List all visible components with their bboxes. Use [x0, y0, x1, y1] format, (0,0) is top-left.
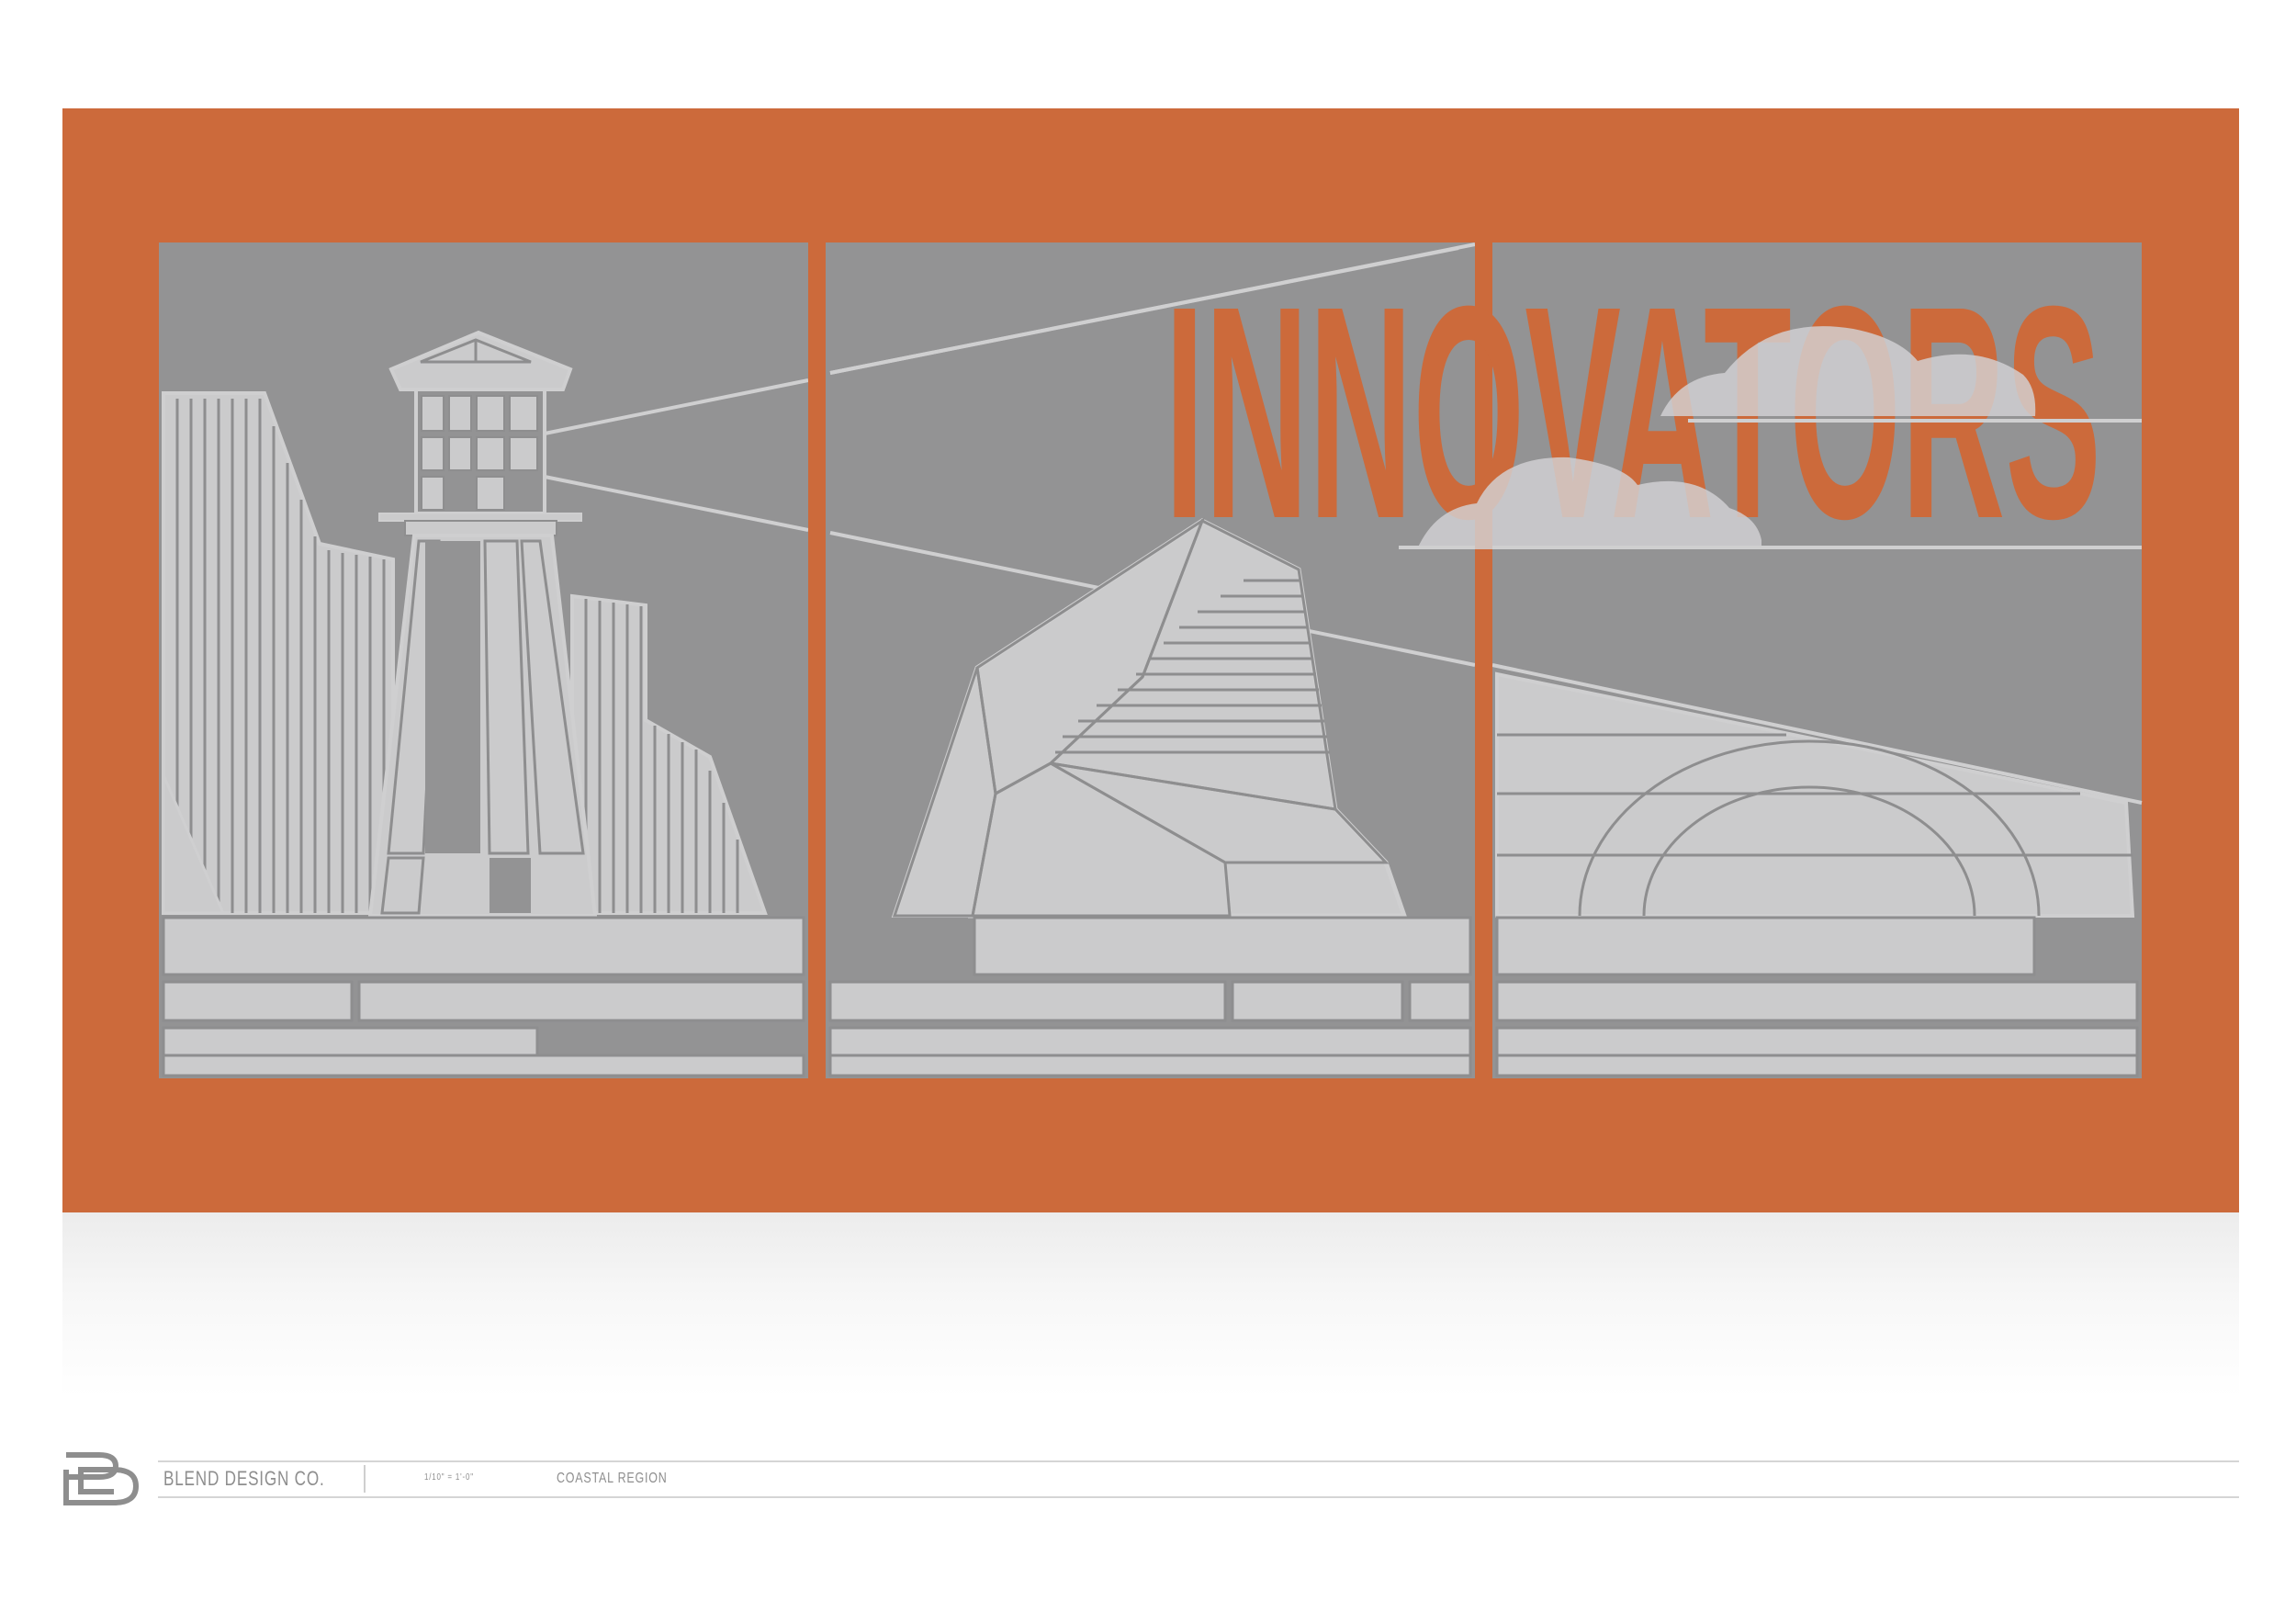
mural-panel: INNOVATORS — [62, 108, 2239, 1212]
footer-rule-bottom — [158, 1496, 2239, 1498]
panel-lighthouse — [159, 242, 809, 1078]
footer-divider — [364, 1465, 366, 1493]
brand-name: BLEND DESIGN CO. — [163, 1467, 325, 1490]
footer-rule-top — [158, 1460, 2239, 1462]
floor-reflection — [62, 1212, 2239, 1396]
scale-note: 1/10" = 1'-0" — [424, 1472, 474, 1483]
bd-monogram-icon — [63, 1452, 140, 1505]
region-label: COASTAL REGION — [557, 1471, 668, 1486]
